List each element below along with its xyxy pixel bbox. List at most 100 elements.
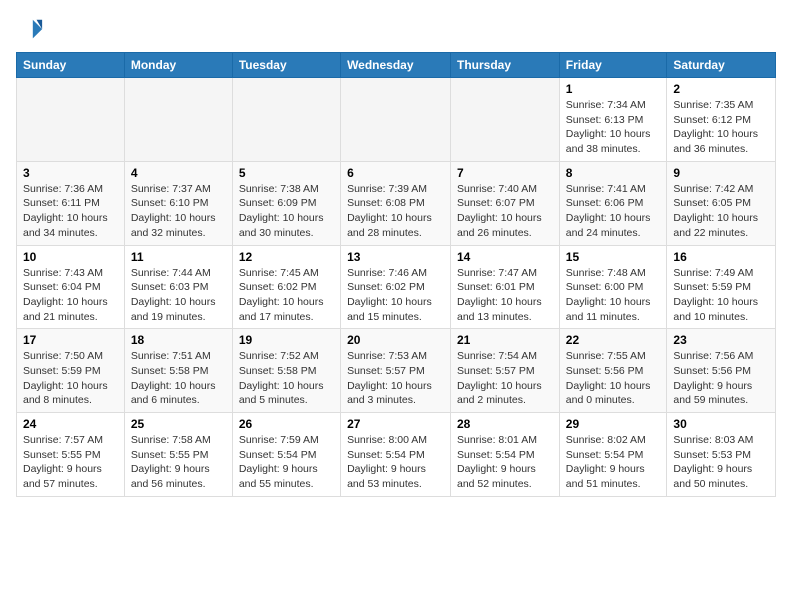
calendar-cell: 28 Sunrise: 8:01 AM Sunset: 5:54 PM Dayli… — [451, 413, 560, 497]
calendar-cell: 14 Sunrise: 7:47 AM Sunset: 6:01 PM Dayli… — [451, 245, 560, 329]
weekday-header-thursday: Thursday — [451, 53, 560, 78]
day-info: Sunrise: 8:02 AM Sunset: 5:54 PM Dayligh… — [566, 433, 661, 492]
day-info: Sunrise: 7:47 AM Sunset: 6:01 PM Dayligh… — [457, 266, 553, 325]
day-number: 12 — [239, 250, 334, 264]
day-number: 26 — [239, 417, 334, 431]
day-number: 3 — [23, 166, 118, 180]
day-info: Sunrise: 7:45 AM Sunset: 6:02 PM Dayligh… — [239, 266, 334, 325]
calendar-cell: 13Sunrise: 7:46 AM Sunset: 6:02 PM Dayli… — [341, 245, 451, 329]
day-info: Sunrise: 7:53 AM Sunset: 5:57 PM Dayligh… — [347, 349, 444, 408]
day-info: Sunrise: 7:55 AM Sunset: 5:56 PM Dayligh… — [566, 349, 661, 408]
weekday-header-monday: Monday — [124, 53, 232, 78]
day-info: Sunrise: 7:50 AM Sunset: 5:59 PM Dayligh… — [23, 349, 118, 408]
calendar-cell: 3 Sunrise: 7:36 AM Sunset: 6:11 PM Daylig… — [17, 161, 125, 245]
calendar-cell: 12 Sunrise: 7:45 AM Sunset: 6:02 PM Dayli… — [232, 245, 340, 329]
day-info: Sunrise: 7:49 AM Sunset: 5:59 PM Dayligh… — [673, 266, 769, 325]
logo-icon — [16, 16, 44, 44]
day-number: 9 — [673, 166, 769, 180]
calendar-cell: 7 Sunrise: 7:40 AM Sunset: 6:07 PM Daylig… — [451, 161, 560, 245]
calendar-table: SundayMondayTuesdayWednesdayThursdayFrid… — [16, 52, 776, 497]
day-info: Sunrise: 7:37 AM Sunset: 6:10 PM Dayligh… — [131, 182, 226, 241]
week-row-4: 24 Sunrise: 7:57 AM Sunset: 5:55 PM Dayli… — [17, 413, 776, 497]
calendar-cell: 16Sunrise: 7:49 AM Sunset: 5:59 PM Dayli… — [667, 245, 776, 329]
day-info: Sunrise: 7:43 AM Sunset: 6:04 PM Dayligh… — [23, 266, 118, 325]
day-info: Sunrise: 7:52 AM Sunset: 5:58 PM Dayligh… — [239, 349, 334, 408]
day-info: Sunrise: 8:00 AM Sunset: 5:54 PM Dayligh… — [347, 433, 444, 492]
calendar-cell: 10 Sunrise: 7:43 AM Sunset: 6:04 PM Dayli… — [17, 245, 125, 329]
day-info: Sunrise: 8:03 AM Sunset: 5:53 PM Dayligh… — [673, 433, 769, 492]
weekday-header-tuesday: Tuesday — [232, 53, 340, 78]
day-info: Sunrise: 7:56 AM Sunset: 5:56 PM Dayligh… — [673, 349, 769, 408]
calendar-cell: 4Sunrise: 7:37 AM Sunset: 6:10 PM Daylig… — [124, 161, 232, 245]
day-number: 21 — [457, 333, 553, 347]
day-number: 15 — [566, 250, 661, 264]
week-row-3: 17 Sunrise: 7:50 AM Sunset: 5:59 PM Dayli… — [17, 329, 776, 413]
week-row-1: 3 Sunrise: 7:36 AM Sunset: 6:11 PM Daylig… — [17, 161, 776, 245]
day-number: 14 — [457, 250, 553, 264]
calendar-cell: 23 Sunrise: 7:56 AM Sunset: 5:56 PM Dayli… — [667, 329, 776, 413]
day-info: Sunrise: 7:59 AM Sunset: 5:54 PM Dayligh… — [239, 433, 334, 492]
day-info: Sunrise: 7:48 AM Sunset: 6:00 PM Dayligh… — [566, 266, 661, 325]
day-number: 13 — [347, 250, 444, 264]
day-info: Sunrise: 7:58 AM Sunset: 5:55 PM Dayligh… — [131, 433, 226, 492]
week-row-0: 1Sunrise: 7:34 AM Sunset: 6:13 PM Daylig… — [17, 78, 776, 162]
day-info: Sunrise: 7:38 AM Sunset: 6:09 PM Dayligh… — [239, 182, 334, 241]
day-info: Sunrise: 7:35 AM Sunset: 6:12 PM Dayligh… — [673, 98, 769, 157]
calendar-cell: 22 Sunrise: 7:55 AM Sunset: 5:56 PM Dayli… — [559, 329, 667, 413]
day-info: Sunrise: 7:57 AM Sunset: 5:55 PM Dayligh… — [23, 433, 118, 492]
day-number: 19 — [239, 333, 334, 347]
calendar-cell: 24 Sunrise: 7:57 AM Sunset: 5:55 PM Dayli… — [17, 413, 125, 497]
day-number: 30 — [673, 417, 769, 431]
day-number: 11 — [131, 250, 226, 264]
calendar-cell: 2 Sunrise: 7:35 AM Sunset: 6:12 PM Daylig… — [667, 78, 776, 162]
calendar-cell: 20 Sunrise: 7:53 AM Sunset: 5:57 PM Dayli… — [341, 329, 451, 413]
day-info: Sunrise: 7:40 AM Sunset: 6:07 PM Dayligh… — [457, 182, 553, 241]
day-number: 10 — [23, 250, 118, 264]
weekday-header-sunday: Sunday — [17, 53, 125, 78]
day-info: Sunrise: 7:39 AM Sunset: 6:08 PM Dayligh… — [347, 182, 444, 241]
calendar-header-row: SundayMondayTuesdayWednesdayThursdayFrid… — [17, 53, 776, 78]
day-number: 28 — [457, 417, 553, 431]
day-number: 2 — [673, 82, 769, 96]
calendar-cell: 19 Sunrise: 7:52 AM Sunset: 5:58 PM Dayli… — [232, 329, 340, 413]
calendar-cell: 8 Sunrise: 7:41 AM Sunset: 6:06 PM Daylig… — [559, 161, 667, 245]
weekday-header-saturday: Saturday — [667, 53, 776, 78]
day-number: 17 — [23, 333, 118, 347]
calendar-cell — [17, 78, 125, 162]
calendar-cell — [451, 78, 560, 162]
calendar-cell: 25 Sunrise: 7:58 AM Sunset: 5:55 PM Dayli… — [124, 413, 232, 497]
weekday-header-friday: Friday — [559, 53, 667, 78]
day-number: 24 — [23, 417, 118, 431]
day-info: Sunrise: 7:34 AM Sunset: 6:13 PM Dayligh… — [566, 98, 661, 157]
day-info: Sunrise: 7:44 AM Sunset: 6:03 PM Dayligh… — [131, 266, 226, 325]
calendar-cell — [232, 78, 340, 162]
weekday-header-wednesday: Wednesday — [341, 53, 451, 78]
day-number: 22 — [566, 333, 661, 347]
day-number: 20 — [347, 333, 444, 347]
day-number: 8 — [566, 166, 661, 180]
calendar-cell: 9 Sunrise: 7:42 AM Sunset: 6:05 PM Daylig… — [667, 161, 776, 245]
day-number: 5 — [239, 166, 334, 180]
week-row-2: 10 Sunrise: 7:43 AM Sunset: 6:04 PM Dayli… — [17, 245, 776, 329]
calendar-cell: 29 Sunrise: 8:02 AM Sunset: 5:54 PM Dayli… — [559, 413, 667, 497]
day-info: Sunrise: 7:51 AM Sunset: 5:58 PM Dayligh… — [131, 349, 226, 408]
day-number: 27 — [347, 417, 444, 431]
day-info: Sunrise: 7:36 AM Sunset: 6:11 PM Dayligh… — [23, 182, 118, 241]
day-number: 29 — [566, 417, 661, 431]
day-info: Sunrise: 7:41 AM Sunset: 6:06 PM Dayligh… — [566, 182, 661, 241]
day-number: 23 — [673, 333, 769, 347]
logo — [16, 16, 44, 44]
day-info: Sunrise: 8:01 AM Sunset: 5:54 PM Dayligh… — [457, 433, 553, 492]
day-number: 6 — [347, 166, 444, 180]
day-number: 7 — [457, 166, 553, 180]
calendar-cell — [124, 78, 232, 162]
calendar-cell: 27 Sunrise: 8:00 AM Sunset: 5:54 PM Dayli… — [341, 413, 451, 497]
calendar-cell: 17 Sunrise: 7:50 AM Sunset: 5:59 PM Dayli… — [17, 329, 125, 413]
calendar-cell: 21Sunrise: 7:54 AM Sunset: 5:57 PM Dayli… — [451, 329, 560, 413]
calendar-cell: 18Sunrise: 7:51 AM Sunset: 5:58 PM Dayli… — [124, 329, 232, 413]
calendar-cell: 6 Sunrise: 7:39 AM Sunset: 6:08 PM Daylig… — [341, 161, 451, 245]
day-info: Sunrise: 7:42 AM Sunset: 6:05 PM Dayligh… — [673, 182, 769, 241]
calendar-cell: 11 Sunrise: 7:44 AM Sunset: 6:03 PM Dayli… — [124, 245, 232, 329]
day-number: 25 — [131, 417, 226, 431]
calendar-cell: 5 Sunrise: 7:38 AM Sunset: 6:09 PM Daylig… — [232, 161, 340, 245]
